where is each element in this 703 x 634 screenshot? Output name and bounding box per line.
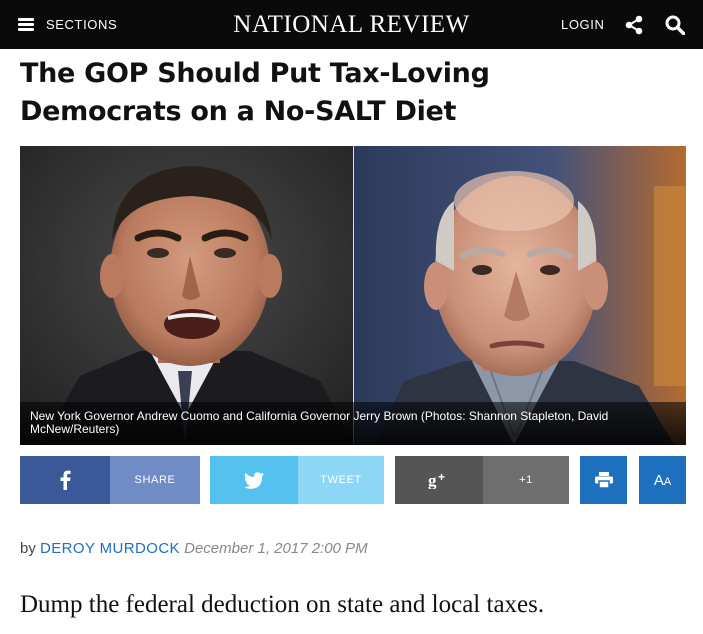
facebook-share-label: SHARE <box>134 474 176 486</box>
byline: by DEROY MURDOCK December 1, 2017 2:00 P… <box>20 539 368 559</box>
login-link[interactable]: LOGIN <box>561 0 604 49</box>
article-dek: Dump the federal deduction on state and … <box>20 591 545 618</box>
font-size-button[interactable]: AA <box>639 456 686 504</box>
sections-label: SECTIONS <box>46 17 118 32</box>
facebook-share-button[interactable] <box>20 456 110 504</box>
share-icon[interactable] <box>624 15 644 35</box>
twitter-icon <box>244 471 264 489</box>
print-button[interactable] <box>580 456 627 504</box>
twitter-share-button[interactable] <box>210 456 298 504</box>
sections-menu-button[interactable]: SECTIONS <box>18 0 117 49</box>
font-size-icon: AA <box>653 471 672 489</box>
search-icon[interactable] <box>665 15 685 35</box>
svg-text:+: + <box>438 471 445 484</box>
googleplus-icon: g + <box>428 471 445 489</box>
byline-prefix: by <box>20 540 36 557</box>
portrait-left-image <box>20 146 353 445</box>
twitter-tweet-label: TWEET <box>320 474 362 486</box>
googleplus-plus-one-label: +1 <box>519 474 533 486</box>
facebook-share-label-button[interactable]: SHARE <box>110 456 200 504</box>
hamburger-icon <box>18 18 34 31</box>
hero-image: New York Governor Andrew Cuomo and Calif… <box>20 146 686 445</box>
googleplus-share-button[interactable]: g + <box>395 456 483 504</box>
image-caption: New York Governor Andrew Cuomo and Calif… <box>20 402 686 445</box>
top-nav-bar: SECTIONS NATIONAL REVIEW LOGIN <box>0 0 703 49</box>
facebook-icon <box>60 470 71 490</box>
portrait-right-image <box>354 146 686 445</box>
brand-logo[interactable]: NATIONAL REVIEW <box>233 11 469 39</box>
print-icon <box>594 472 613 488</box>
article-headline: The GOP Should Put Tax-Loving Democrats … <box>20 58 490 127</box>
googleplus-plus-one-button[interactable]: +1 <box>483 456 569 504</box>
twitter-tweet-label-button[interactable]: TWEET <box>298 456 384 504</box>
publish-date: December 1, 2017 2:00 PM <box>184 540 368 557</box>
author-link[interactable]: DEROY MURDOCK <box>40 540 180 557</box>
svg-text:g: g <box>428 471 437 489</box>
